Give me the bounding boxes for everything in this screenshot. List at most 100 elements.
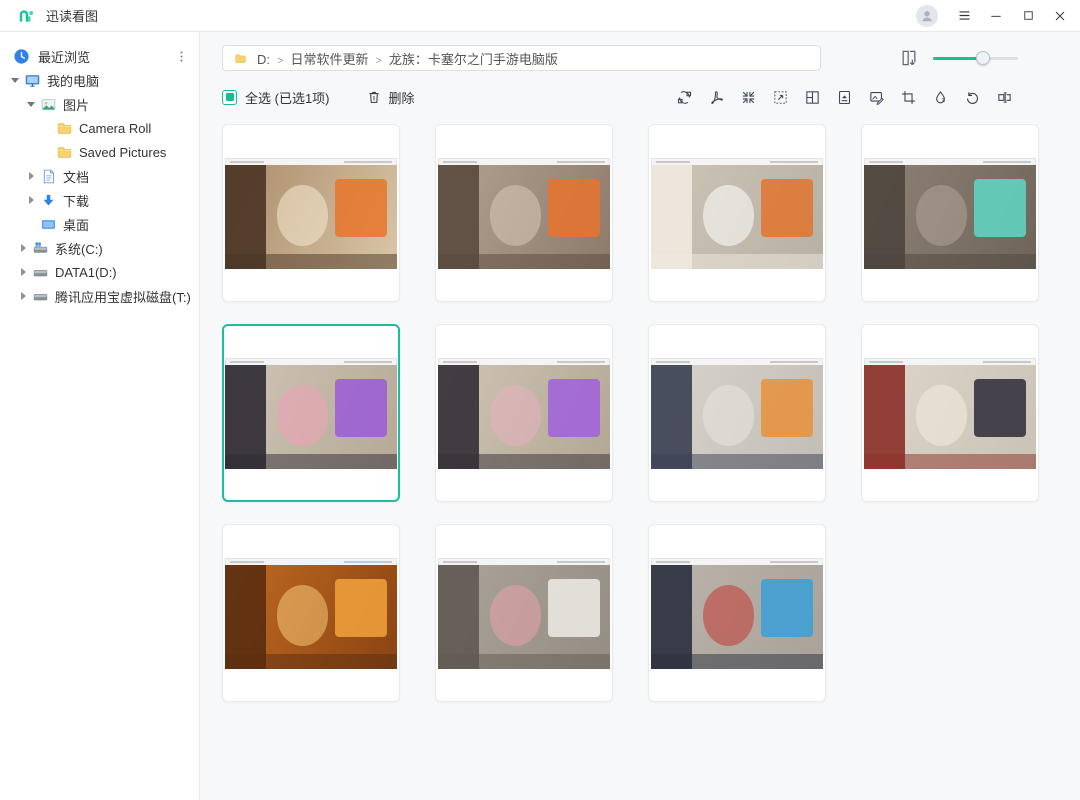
image-region <box>225 254 397 269</box>
minimize-button[interactable] <box>980 0 1012 31</box>
close-button[interactable] <box>1044 0 1076 31</box>
sidebar-item-saved-pictures[interactable]: Saved Pictures <box>0 140 199 164</box>
sidebar-item-downloads[interactable]: 下载 <box>0 188 199 212</box>
rename-icon <box>996 89 1013 106</box>
image-region <box>916 185 968 245</box>
sidebar-item-label: 文档 <box>63 167 89 186</box>
breadcrumb-segment-1[interactable]: 日常软件更新 <box>290 52 368 67</box>
convert-icon <box>676 89 693 106</box>
id-photo-button[interactable] <box>832 85 856 109</box>
compress-button[interactable] <box>736 85 760 109</box>
chevron-right-icon[interactable] <box>16 265 30 279</box>
thumbnail-library-scene[interactable] <box>222 124 400 302</box>
thumbnail-profile-screen[interactable] <box>435 524 613 702</box>
thumbnail-poster-cards-screen[interactable] <box>648 524 826 702</box>
thumbnail-grid <box>222 124 1080 702</box>
image-region <box>974 179 1026 237</box>
screenshot-image <box>651 358 823 469</box>
sidebar-item-recent[interactable]: 最近浏览 <box>0 44 199 68</box>
image-region <box>651 165 692 269</box>
thumbnail-item-detail-screen[interactable] <box>861 124 1039 302</box>
thumbnail-vip-purchase-screen[interactable] <box>222 524 400 702</box>
mini-window-titlebar <box>438 158 610 165</box>
arrow-placeholder <box>24 217 38 231</box>
rotate-button[interactable] <box>960 85 984 109</box>
game-screenshot-content <box>438 165 610 269</box>
sidebar-item-pictures[interactable]: 图片 <box>0 92 199 116</box>
mini-window-titlebar <box>225 158 397 165</box>
sidebar-item-label: 腾讯应用宝虚拟磁盘(T:) <box>55 287 191 306</box>
chevron-right-icon[interactable] <box>16 289 30 303</box>
image-region <box>225 454 397 469</box>
chevron-down-icon[interactable] <box>24 97 38 111</box>
sidebar-item-documents[interactable]: 文档 <box>0 164 199 188</box>
trash-icon <box>366 89 382 105</box>
user-avatar[interactable] <box>916 5 938 27</box>
breadcrumb[interactable]: D:>日常软件更新>龙族：卡塞尔之门手游电脑版 <box>222 45 821 71</box>
recent-options-button[interactable] <box>171 46 191 66</box>
arrow-placeholder <box>40 121 54 135</box>
image-region <box>761 179 813 237</box>
chevron-right-icon[interactable] <box>24 169 38 183</box>
thumbnail-reward-screen[interactable] <box>435 124 613 302</box>
path-row: D:>日常软件更新>龙族：卡塞尔之门手游电脑版 <box>222 45 1058 71</box>
zoom-slider-handle[interactable] <box>976 51 990 65</box>
watermark-button[interactable] <box>928 85 952 109</box>
sidebar-item-label: Saved Pictures <box>79 145 166 160</box>
app-logo-icon <box>18 7 36 25</box>
game-screenshot-content <box>651 565 823 669</box>
crop-button[interactable] <box>896 85 920 109</box>
thumbnail-hex-map-screen[interactable] <box>648 324 826 502</box>
breadcrumb-segment-2[interactable]: 龙族：卡塞尔之门手游电脑版 <box>389 52 558 67</box>
resize-button[interactable] <box>768 85 792 109</box>
screenshot-image <box>864 158 1036 269</box>
content-area: D:>日常软件更新>龙族：卡塞尔之门手游电脑版 全选 (已选1项) 删除 <box>200 32 1080 800</box>
mini-window-titlebar <box>651 158 823 165</box>
drive-win-icon <box>32 240 49 257</box>
select-all-control[interactable]: 全选 (已选1项) <box>222 88 330 107</box>
main-menu-button[interactable] <box>948 0 980 31</box>
image-region <box>548 579 600 637</box>
download-icon <box>40 192 57 209</box>
image-region <box>703 185 755 245</box>
zoom-slider[interactable] <box>933 51 1018 65</box>
thumbnail-recruit-screen[interactable] <box>861 324 1039 502</box>
chevron-down-icon[interactable] <box>8 73 22 87</box>
folder-icon <box>56 120 73 137</box>
sidebar-item-drive-c[interactable]: 系统(C:) <box>0 236 199 260</box>
game-screenshot-content <box>225 365 397 469</box>
chevron-right-icon[interactable] <box>24 193 38 207</box>
convert-button[interactable] <box>672 85 696 109</box>
maximize-button[interactable] <box>1012 0 1044 31</box>
sidebar-item-label: 桌面 <box>63 215 89 234</box>
folder-icon <box>233 52 248 65</box>
image-region <box>277 585 329 645</box>
image-region <box>490 585 542 645</box>
edit-image-button[interactable] <box>864 85 888 109</box>
game-screenshot-content <box>864 365 1036 469</box>
thumbnail-character-cards-2[interactable] <box>435 324 613 502</box>
mini-window-titlebar <box>651 358 823 365</box>
image-region <box>438 454 610 469</box>
pictures-icon <box>40 96 57 113</box>
mini-window-titlebar <box>225 558 397 565</box>
sidebar-item-drive-d[interactable]: DATA1(D:) <box>0 260 199 284</box>
pdf-button[interactable] <box>704 85 728 109</box>
delete-button[interactable]: 删除 <box>366 88 415 107</box>
sidebar-item-my-computer[interactable]: 我的电脑 <box>0 68 199 92</box>
screenshot-image <box>651 158 823 269</box>
sidebar-item-drive-t[interactable]: 腾讯应用宝虚拟磁盘(T:) <box>0 284 199 308</box>
image-region <box>225 365 266 469</box>
chevron-right-icon[interactable] <box>16 241 30 255</box>
rename-button[interactable] <box>992 85 1016 109</box>
sidebar-item-camera-roll[interactable]: Camera Roll <box>0 116 199 140</box>
breadcrumb-segment-0[interactable]: D: <box>257 52 270 67</box>
page-flip-view-icon[interactable] <box>899 48 919 68</box>
select-all-checkbox[interactable] <box>222 90 237 105</box>
sidebar-item-desktop[interactable]: 桌面 <box>0 212 199 236</box>
document-icon <box>40 168 57 185</box>
image-region <box>438 654 610 669</box>
collage-button[interactable] <box>800 85 824 109</box>
thumbnail-quest-list-screen[interactable] <box>648 124 826 302</box>
thumbnail-character-cards[interactable] <box>222 324 400 502</box>
